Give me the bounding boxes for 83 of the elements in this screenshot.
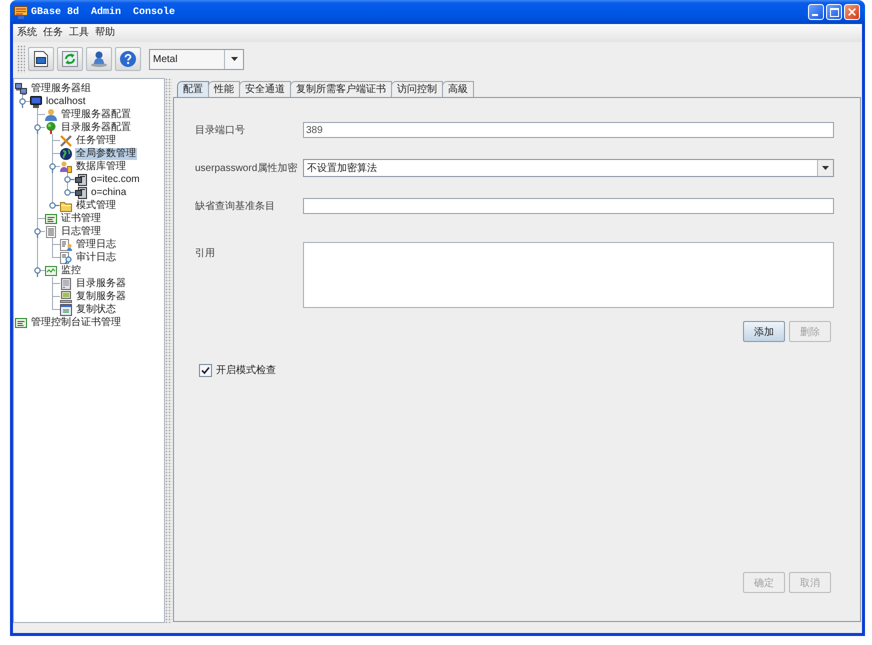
close-icon [848,8,856,16]
field-label: 引用 [195,247,216,260]
folder-icon [60,200,72,212]
tools-icon [60,134,72,146]
toolbar-grip[interactable] [17,45,25,73]
document-search-icon [60,252,72,264]
document-person-icon [60,238,72,250]
tree-toggle-icon[interactable] [64,176,74,183]
refresh-icon [62,51,78,67]
chart-icon [45,264,57,276]
document-icon [34,51,48,67]
tree-toggle-icon[interactable] [49,202,59,209]
tree-item[interactable]: 目录服务器 [75,278,127,290]
input-field[interactable] [303,198,834,214]
certificate-icon [15,316,27,328]
input-field[interactable]: 389 [303,122,834,138]
help-icon [120,51,136,67]
menu-item[interactable]: 系统 [17,27,37,39]
document-button[interactable] [28,47,54,71]
help-button[interactable] [115,47,141,71]
tree-toggle-icon[interactable] [49,163,56,173]
window-icon [60,304,72,316]
people-icon [60,160,72,172]
close-button[interactable] [844,4,860,20]
text-area[interactable] [303,242,834,308]
field-label: 目录端口号 [195,124,246,137]
checkbox[interactable] [199,364,212,376]
tree-item[interactable]: 目录服务器配置 [60,122,132,134]
tab[interactable]: 高級 [442,81,474,97]
tree-toggle-icon[interactable] [64,189,74,196]
minimize-icon [812,14,818,16]
globe-icon [60,148,72,160]
computer-icon [75,186,87,198]
certificate-icon [45,212,57,224]
tree-toggle-icon[interactable] [34,267,41,277]
tree-item[interactable]: 日志管理 [60,226,102,238]
tab[interactable]: 配置 [177,81,209,97]
tree-item[interactable]: 证书管理 [60,212,102,224]
tree-item[interactable]: 管理服务器组 [30,82,92,94]
menu-item[interactable]: 工具 [69,27,89,39]
tree-item[interactable]: 审计日志 [75,252,117,264]
tree-item[interactable]: 全局参数管理 [75,148,137,160]
tree-item[interactable]: localhost [45,96,86,108]
tree-item[interactable]: 复制状态 [75,304,117,316]
document-icon [45,226,57,238]
user-icon [91,51,107,67]
tree-item[interactable]: 任务管理 [75,134,117,146]
tree-toggle-icon[interactable] [34,124,41,134]
tree-item[interactable]: 监控 [60,264,82,276]
tree-toggle-icon[interactable] [34,228,41,238]
tree-icon [45,122,57,134]
field-label: 缺省查询基准条目 [195,200,276,213]
tree-toggle-icon[interactable] [19,98,26,108]
menu-item[interactable]: 任务 [43,27,63,39]
computers-icon [15,82,27,94]
menu-item[interactable]: 帮助 [95,27,115,39]
tree-item[interactable]: o=itec.com [90,174,141,186]
tree-item[interactable]: 管理控制台证书管理 [30,316,122,328]
dropdown[interactable]: 不设置加密算法 [303,159,834,177]
monitor-icon [30,96,42,108]
field-label: userpassword属性加密 [195,162,298,175]
tree-item[interactable]: 管理服务器配置 [60,108,132,120]
theme-dropdown[interactable]: Metal [149,48,244,70]
server-icon [60,278,72,290]
checkbox-label[interactable]: 开启模式检查 [216,363,276,377]
minimize-button[interactable] [808,4,824,20]
tree-item[interactable]: o=china [90,186,128,198]
person-icon [45,108,57,120]
tree-item[interactable]: 复制服务器 [75,290,127,302]
user-button[interactable] [86,47,112,71]
app-icon [14,6,28,18]
computer-icon [60,290,72,302]
add-button[interactable]: 添加 [743,321,785,342]
tree-item[interactable]: 模式管理 [75,200,117,212]
window-title: GBase 8d Admin Console [31,6,176,18]
tree-item[interactable]: 管理日志 [75,238,117,250]
caret-icon [230,57,238,61]
caret-icon [822,166,829,170]
tree-item[interactable]: 数据库管理 [75,160,127,172]
computer-icon [75,174,87,186]
maximize-icon [830,8,838,16]
tab[interactable]: 性能 [208,81,240,97]
maximize-button[interactable] [826,4,842,20]
